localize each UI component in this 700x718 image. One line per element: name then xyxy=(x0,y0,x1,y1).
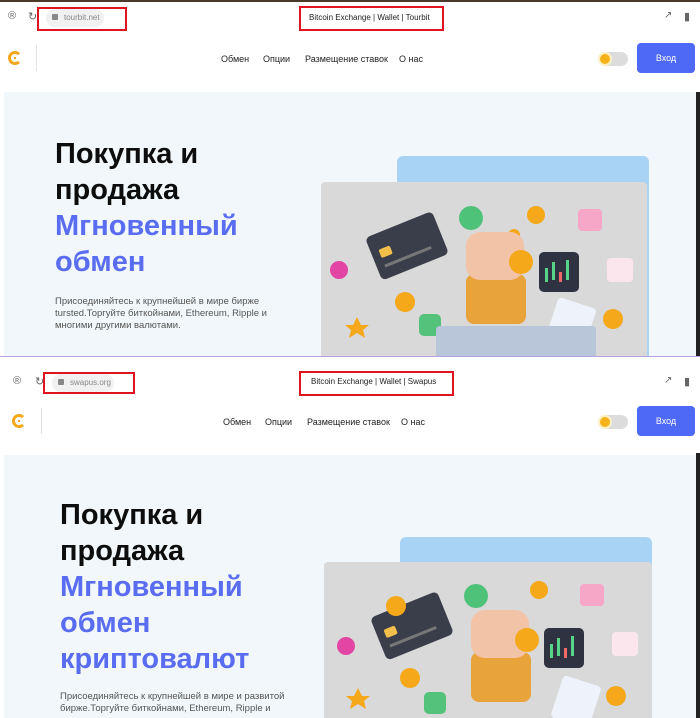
coin-logo-icon[interactable] xyxy=(12,414,26,428)
headline-line-1: Покупка и xyxy=(55,138,199,170)
nav-betting[interactable]: Размещение ставок xyxy=(305,54,388,64)
headline-line-1: Покупка и xyxy=(60,499,204,531)
hero-description: Присоединяйтесь к крупнейшей в мире бирж… xyxy=(55,296,267,331)
green-token-icon xyxy=(459,206,483,230)
headline-line-2: продажа xyxy=(55,174,180,206)
headline-line-2: продажа xyxy=(60,535,185,567)
receipt-icon xyxy=(578,209,602,231)
headline-accent-2: обмен xyxy=(55,246,146,278)
header-divider xyxy=(36,45,37,71)
star-icon xyxy=(345,317,369,338)
site-header: Обмен Опции Размещение ставок О нас Вход xyxy=(0,33,700,83)
theme-toggle[interactable] xyxy=(598,52,628,66)
nav-about[interactable]: О нас xyxy=(399,54,423,64)
hero-description: Присоединяйтесь к крупнейшей в мире и ра… xyxy=(60,691,285,714)
headline-accent-3: криптовалют xyxy=(60,643,250,675)
coin-right-icon xyxy=(606,686,626,706)
screenshot-swapus: ® ↻ swapus.org Bitcoin Exchange | Wallet… xyxy=(0,365,700,718)
bank-card-icon xyxy=(366,212,448,280)
reload-icon[interactable]: ↻ xyxy=(28,10,37,23)
nav-options[interactable]: Опции xyxy=(263,54,290,64)
bank-card-icon xyxy=(371,592,453,660)
bitcoin-coin-icon xyxy=(530,581,548,599)
toggle-knob xyxy=(600,417,610,427)
coin-right-icon xyxy=(603,309,623,329)
site-header: Обмен Опции Размещение ставок О нас Вход xyxy=(0,396,700,446)
login-button[interactable]: Вход xyxy=(637,43,695,73)
document-icon xyxy=(551,675,601,718)
calendar-icon xyxy=(612,632,638,656)
crypto-illustration xyxy=(321,182,647,356)
hand-holding-coin-icon xyxy=(471,610,539,702)
header-divider xyxy=(41,408,42,434)
theme-toggle[interactable] xyxy=(598,415,628,429)
share-icon[interactable]: ↗ xyxy=(664,10,672,21)
bookmark-icon[interactable]: ▮ xyxy=(684,375,690,388)
bookmark-icon[interactable]: ▮ xyxy=(684,10,690,23)
window-edge xyxy=(696,92,700,356)
bitcoin-coin-icon xyxy=(527,206,545,224)
browser-toolbar: ® ↻ tourbit.net Bitcoin Exchange | Walle… xyxy=(0,3,700,31)
receipt-icon xyxy=(580,584,604,606)
hero-section: Покупка и продажа Мгновенный обмен крипт… xyxy=(4,455,700,718)
window-top-border xyxy=(0,0,700,2)
hero-headline: Покупка и продажа Мгновенный обмен крипт… xyxy=(60,497,249,677)
nav-about[interactable]: О нас xyxy=(401,417,425,427)
nav-betting[interactable]: Размещение ставок xyxy=(307,417,390,427)
coin-logo-icon[interactable] xyxy=(8,51,22,65)
url-highlight-box xyxy=(37,7,127,31)
headline-accent-2: обмен xyxy=(60,607,151,639)
padlock-icon xyxy=(424,692,446,714)
hero-section: Покупка и продажа Мгновенный обмен Присо… xyxy=(4,92,700,356)
crypto-illustration-art xyxy=(330,206,633,356)
hand-holding-coin-icon xyxy=(466,232,533,324)
history-icon[interactable]: ® xyxy=(8,10,16,22)
title-highlight-box xyxy=(299,371,454,396)
star-icon xyxy=(346,688,370,709)
coin-icon xyxy=(395,292,415,312)
gear-icon xyxy=(330,261,348,279)
window-edge xyxy=(696,453,700,718)
crypto-illustration xyxy=(324,562,652,718)
browser-toolbar: ® ↻ swapus.org Bitcoin Exchange | Wallet… xyxy=(0,368,700,396)
nav-options[interactable]: Опции xyxy=(265,417,292,427)
section-divider xyxy=(0,356,700,357)
nav-exchange[interactable]: Обмен xyxy=(223,417,251,427)
share-icon[interactable]: ↗ xyxy=(664,375,672,386)
url-highlight-box xyxy=(43,372,135,394)
calendar-icon xyxy=(607,258,633,282)
screenshot-tourbit: ® ↻ tourbit.net Bitcoin Exchange | Walle… xyxy=(0,0,700,360)
laptop-icon xyxy=(436,326,596,356)
headline-accent-1: Мгновенный xyxy=(55,210,238,242)
coin-top-icon xyxy=(386,596,406,616)
hero-headline: Покупка и продажа Мгновенный обмен xyxy=(55,136,238,280)
crypto-illustration-art xyxy=(337,581,638,718)
green-token-icon xyxy=(464,584,488,608)
nav-exchange[interactable]: Обмен xyxy=(221,54,249,64)
gear-icon xyxy=(337,637,355,655)
title-highlight-box xyxy=(299,6,444,31)
coin-icon xyxy=(400,668,420,688)
headline-accent-1: Мгновенный xyxy=(60,571,243,603)
history-icon[interactable]: ® xyxy=(13,375,21,387)
toggle-knob xyxy=(600,54,610,64)
login-button[interactable]: Вход xyxy=(637,406,695,436)
